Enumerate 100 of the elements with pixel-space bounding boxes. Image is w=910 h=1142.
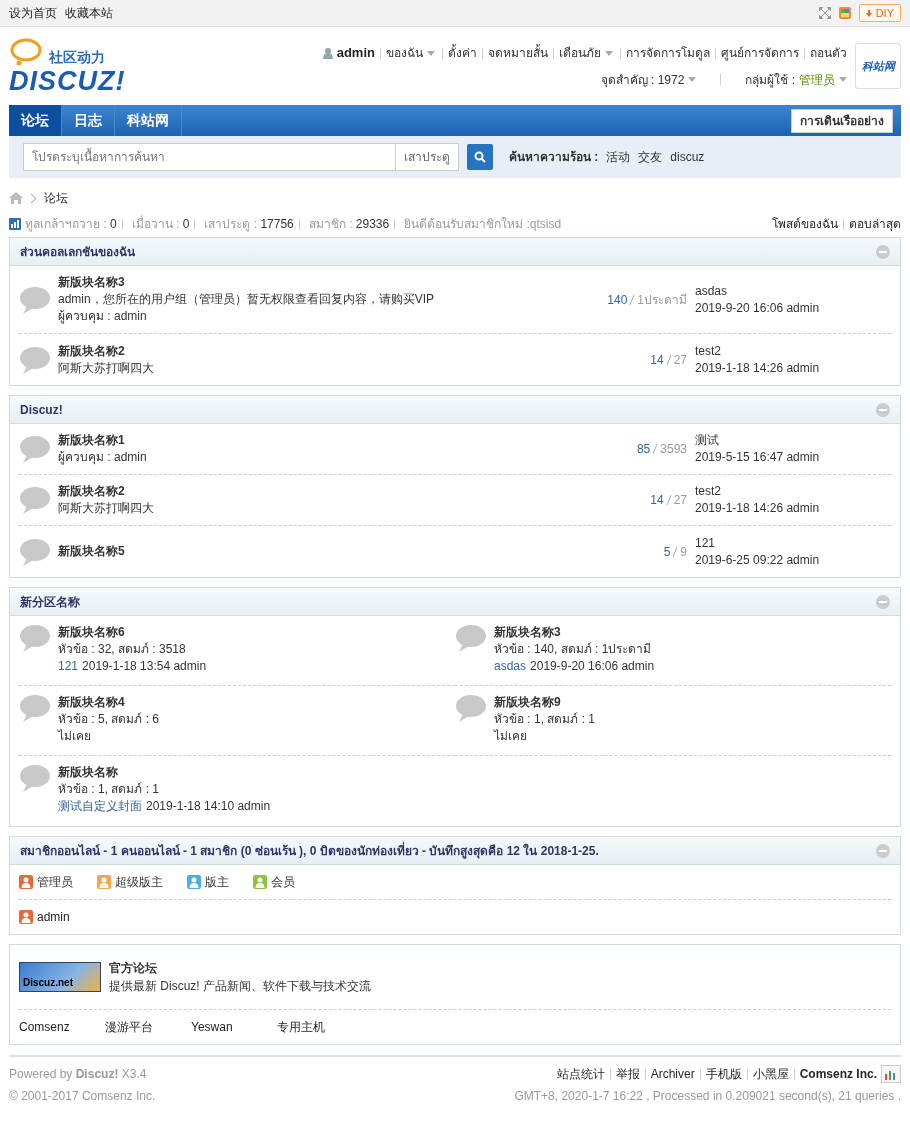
speech-bubble-icon: [19, 764, 50, 792]
partner-link[interactable]: 漫游平台: [105, 1018, 191, 1036]
speech-bubble-icon: [19, 435, 50, 463]
group-legend-label: 版主: [205, 874, 229, 891]
forum-name-link[interactable]: 新版块名称2: [58, 342, 587, 360]
stat-text: เสาประตู : 17756: [204, 216, 294, 233]
discuz-net-logo[interactable]: Discuz.net: [19, 962, 101, 992]
breadcrumb-link[interactable]: 论坛: [44, 189, 68, 207]
last-post-info: 2019-6-25 09:22 admin: [695, 551, 821, 569]
online-user-link[interactable]: admin: [37, 908, 70, 926]
moderator-label: ผู้ควบคุม :: [58, 309, 112, 323]
powered-by-text: Powered by Discuz! X3.4: [9, 1066, 148, 1083]
forum-counts: หัวข้อ : 1, สดมภ์ : 1: [494, 711, 596, 728]
moderator-label: ผู้ควบคุม :: [58, 450, 112, 464]
collapse-icon: [876, 594, 890, 609]
menu-link[interactable]: ของฉัน: [386, 44, 435, 62]
search-button[interactable]: [467, 144, 493, 170]
hot-search-link[interactable]: 活动: [606, 148, 631, 166]
speech-bubble-icon: [455, 624, 486, 652]
home-icon: [9, 192, 23, 204]
footer-link[interactable]: 小黑屋: [752, 1065, 789, 1083]
moderator-link[interactable]: admin: [114, 309, 147, 323]
forum-name-link[interactable]: 新版块名称6: [58, 624, 207, 641]
stat-text: เมื่อวาน : 0: [131, 215, 190, 233]
last-post-info: ไม่เคย: [494, 729, 527, 743]
stat-text: สมาชิก : 29336: [308, 216, 390, 233]
menu-link[interactable]: จดหมายสั้น: [488, 44, 548, 62]
copyright-text: © 2001-2017 Comsenz Inc.: [9, 1088, 156, 1105]
last-post-link[interactable]: 121: [58, 659, 79, 673]
forum-counts: หัวข้อ : 140, สดมภ์ : 1ประดามี: [494, 641, 653, 658]
palette-icon: [838, 7, 851, 19]
toplink[interactable]: 收藏本站: [65, 4, 113, 22]
forum-name-link[interactable]: 新版块名称4: [58, 694, 160, 711]
last-post-info: 2019-1-18 13:54 admin: [82, 659, 207, 673]
speech-bubble-icon: [19, 486, 50, 514]
caret-icon: [839, 77, 847, 83]
credits-link[interactable]: จุดสำคัญ : 1972: [600, 70, 697, 89]
forum-name-link[interactable]: 新版块名称2: [58, 483, 587, 500]
partner-link[interactable]: 专用主机: [277, 1018, 363, 1036]
footer-link[interactable]: Archiver: [650, 1065, 695, 1083]
forum-name-link[interactable]: 新版块名称3: [494, 624, 655, 641]
last-post-link[interactable]: 测试: [695, 432, 891, 449]
forum-name-link[interactable]: 新版块名称1: [58, 432, 587, 449]
menu-link[interactable]: ถอนตัว: [810, 44, 847, 62]
last-post-link[interactable]: asdas: [695, 282, 891, 300]
last-post-link[interactable]: asdas: [494, 659, 527, 673]
last-post-info: 2019-5-15 16:47 admin: [695, 449, 821, 466]
forum-counts: หัวข้อ : 5, สดมภ์ : 6: [58, 711, 160, 728]
toplink[interactable]: 设为首页: [9, 4, 57, 22]
speech-bubble-icon: [455, 694, 486, 722]
stats-chart-icon: [881, 1065, 901, 1083]
user-group-link[interactable]: กลุ่มผู้ใช้ : 管理员: [745, 70, 847, 89]
group-legend-label: 管理员: [37, 874, 73, 891]
footer-link[interactable]: 举报: [615, 1065, 640, 1083]
forum-counts: 140 1ประดามี: [607, 291, 687, 309]
partner-link[interactable]: Yeswan: [191, 1018, 277, 1036]
hot-search-link[interactable]: 交友: [638, 148, 663, 166]
menu-link[interactable]: ตั้งค่า: [448, 44, 477, 62]
site-badge[interactable]: 科站网: [855, 43, 901, 89]
forum-name-link[interactable]: 新版块名称5: [58, 543, 587, 560]
footer-link[interactable]: 手机版: [705, 1065, 742, 1083]
stat-link[interactable]: โพสต์ของฉัน: [772, 215, 838, 233]
search-type-select[interactable]: เสาประตู: [396, 143, 459, 171]
welcome-text: ยินดีต้อนรับสมาชิกใหม่ :: [404, 216, 530, 233]
speech-bubble-icon: [19, 345, 50, 374]
last-post-info: ไม่เคย: [58, 729, 91, 743]
section-title[interactable]: 新分区名称: [20, 592, 80, 611]
forum-name-link[interactable]: 新版块名称3: [58, 274, 587, 291]
last-post-info: 2019-1-18 14:10 admin: [146, 799, 271, 813]
menu-link[interactable]: การจัดการโมดูล: [626, 44, 710, 62]
logo[interactable]: 社区动力 DISCUZ!: [9, 38, 126, 94]
logo-wordmark: DISCUZ!: [9, 68, 126, 94]
quick-nav-button[interactable]: การเดินเรืออย่าง: [791, 108, 893, 133]
search-field[interactable]: โปรดระบุเนื้อหาการค้นหา: [23, 143, 396, 171]
group-legend-label: 超级版主: [115, 874, 163, 891]
last-post-link[interactable]: 121: [695, 534, 891, 552]
section-title[interactable]: Discuz!: [20, 400, 63, 419]
menu-link[interactable]: ศูนย์การจัดการ: [721, 44, 799, 62]
hot-search-label: ค้นหาความร้อน :: [509, 149, 599, 166]
forum-counts: 14 27: [650, 351, 687, 369]
section-title[interactable]: ส่วนคอลเลกชันของฉัน: [20, 242, 135, 261]
hot-search-link[interactable]: discuz: [670, 148, 705, 166]
chevron-icon: [31, 193, 36, 203]
forum-name-link[interactable]: 新版块名称: [58, 764, 271, 781]
menu-link[interactable]: เตือนภัย: [559, 44, 613, 62]
collapse-icon: [876, 402, 890, 417]
speech-bubble-icon: [19, 624, 50, 652]
moderator-link[interactable]: admin: [114, 450, 147, 464]
last-post-link[interactable]: test2: [695, 342, 891, 360]
featured-link-title[interactable]: 官方论坛: [109, 959, 371, 977]
last-post-link[interactable]: test2: [695, 483, 891, 500]
forum-name-link[interactable]: 新版块名称9: [494, 694, 596, 711]
partner-link[interactable]: Comsenz: [19, 1018, 105, 1036]
username-link[interactable]: admin: [336, 43, 375, 63]
stat-link[interactable]: ตอบล่าสุด: [849, 215, 901, 233]
nav-tab[interactable]: 论坛: [9, 105, 62, 136]
last-post-link[interactable]: 测试自定义封面: [58, 799, 142, 813]
footer-link[interactable]: 站点统计: [556, 1065, 605, 1083]
featured-link-description: 提供最新 Discuz! 产品新闻、软件下载与技术交流: [109, 978, 371, 995]
footer-link[interactable]: Comsenz Inc.: [799, 1065, 877, 1083]
